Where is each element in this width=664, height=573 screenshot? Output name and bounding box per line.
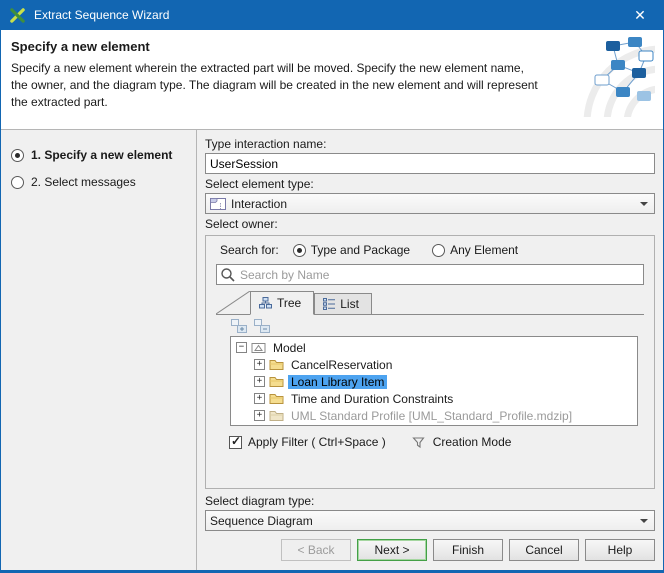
owner-label: Select owner: bbox=[205, 217, 655, 231]
app-icon bbox=[9, 7, 26, 24]
type-and-package-radio[interactable] bbox=[293, 244, 306, 257]
creation-mode-toggle[interactable]: Creation Mode bbox=[412, 435, 512, 449]
type-and-package-label: Type and Package bbox=[311, 243, 410, 257]
owner-tree[interactable]: − Model + bbox=[230, 336, 638, 426]
tree-toolbar bbox=[230, 318, 644, 335]
diagram-type-dropdown[interactable]: Sequence Diagram bbox=[205, 510, 655, 531]
collapse-all-icon[interactable] bbox=[253, 318, 271, 334]
finish-button[interactable]: Finish bbox=[433, 539, 503, 561]
wizard-content: Type interaction name: Select element ty… bbox=[197, 130, 663, 570]
tree-list-tabs: Tree bbox=[216, 290, 644, 315]
tree-tab-icon bbox=[259, 297, 272, 309]
next-button[interactable]: Next > bbox=[357, 539, 427, 561]
any-element-radio[interactable] bbox=[432, 244, 445, 257]
expand-icon[interactable]: + bbox=[254, 359, 265, 370]
package-icon bbox=[269, 410, 284, 422]
tab-lead-slant bbox=[216, 291, 250, 314]
extract-sequence-wizard-dialog: Extract Sequence Wizard ✕ Specify a new … bbox=[0, 0, 664, 573]
tab-list-label: List bbox=[340, 297, 359, 311]
step-select-messages[interactable]: 2. Select messages bbox=[11, 175, 196, 189]
cancel-button[interactable]: Cancel bbox=[509, 539, 579, 561]
wizard-decoration-image bbox=[549, 35, 655, 120]
search-field-wrap bbox=[216, 264, 644, 285]
interaction-name-input[interactable] bbox=[205, 153, 655, 174]
expand-icon[interactable]: + bbox=[254, 410, 265, 421]
tab-list[interactable]: List bbox=[314, 293, 372, 314]
diagram-type-value: Sequence Diagram bbox=[210, 514, 632, 528]
filter-funnel-icon bbox=[412, 436, 425, 449]
titlebar[interactable]: Extract Sequence Wizard ✕ bbox=[1, 0, 663, 30]
creation-mode-label: Creation Mode bbox=[433, 435, 512, 449]
package-icon bbox=[269, 376, 284, 388]
back-button[interactable]: < Back bbox=[281, 539, 351, 561]
tree-node-time-and-duration-constraints[interactable]: + Time and Duration Constraints bbox=[231, 390, 637, 407]
expand-icon[interactable]: + bbox=[254, 393, 265, 404]
filter-row: ✓ Apply Filter ( Ctrl+Space ) Creation M… bbox=[229, 435, 644, 449]
window-title: Extract Sequence Wizard bbox=[34, 8, 617, 22]
chevron-down-icon bbox=[637, 515, 651, 527]
tree-node-label[interactable]: Loan Library Item bbox=[288, 375, 387, 389]
interaction-icon bbox=[210, 198, 226, 210]
interaction-name-label: Type interaction name: bbox=[205, 137, 655, 151]
collapse-icon[interactable]: − bbox=[236, 342, 247, 353]
tree-node-label[interactable]: CancelReservation bbox=[288, 358, 395, 372]
chevron-down-icon bbox=[637, 198, 651, 210]
search-input[interactable] bbox=[216, 264, 644, 285]
tree-node-uml-standard-profile[interactable]: + UML Standard Profile [UML_Standard_Pro… bbox=[231, 407, 637, 424]
package-icon bbox=[269, 393, 284, 405]
step-specify-new-element[interactable]: 1. Specify a new element bbox=[11, 148, 196, 162]
help-button[interactable]: Help bbox=[585, 539, 655, 561]
tree-node-label[interactable]: Time and Duration Constraints bbox=[288, 392, 456, 406]
step2-label: 2. Select messages bbox=[31, 175, 136, 189]
owner-groupbox: Search for: Type and Package Any Element bbox=[205, 235, 655, 489]
element-type-label: Select element type: bbox=[205, 177, 655, 191]
list-tab-icon bbox=[323, 298, 335, 310]
tree-node-loan-library-item[interactable]: + Loan Library Item bbox=[231, 373, 637, 390]
tree-node-model[interactable]: − Model bbox=[231, 339, 637, 356]
tab-tree-label: Tree bbox=[277, 296, 301, 310]
model-icon bbox=[251, 342, 266, 354]
tree-node-label[interactable]: UML Standard Profile [UML_Standard_Profi… bbox=[288, 409, 575, 423]
step1-radio[interactable] bbox=[11, 149, 24, 162]
tab-tree[interactable]: Tree bbox=[250, 291, 314, 315]
search-for-label: Search for: bbox=[220, 243, 279, 257]
dialog-buttons: < Back Next > Finish Cancel Help bbox=[205, 539, 655, 561]
dialog-body: 1. Specify a new element 2. Select messa… bbox=[1, 130, 663, 570]
element-type-value: Interaction bbox=[231, 197, 632, 211]
diagram-type-label: Select diagram type: bbox=[205, 494, 655, 508]
check-icon: ✓ bbox=[231, 434, 241, 448]
step1-label: 1. Specify a new element bbox=[31, 148, 172, 162]
apply-filter-checkbox[interactable]: ✓ bbox=[229, 436, 242, 449]
expand-all-icon[interactable] bbox=[230, 318, 248, 334]
wizard-header: Specify a new element Specify a new elem… bbox=[1, 30, 663, 130]
expand-icon[interactable]: + bbox=[254, 376, 265, 387]
apply-filter-label[interactable]: Apply Filter ( Ctrl+Space ) bbox=[248, 435, 386, 449]
page-description: Specify a new element wherein the extrac… bbox=[11, 60, 539, 110]
search-option-any-element[interactable]: Any Element bbox=[432, 243, 518, 257]
wizard-steps-panel: 1. Specify a new element 2. Select messa… bbox=[1, 130, 197, 570]
search-for-row: Search for: Type and Package Any Element bbox=[220, 243, 644, 257]
element-type-dropdown[interactable]: Interaction bbox=[205, 193, 655, 214]
any-element-label: Any Element bbox=[450, 243, 518, 257]
close-icon[interactable]: ✕ bbox=[617, 0, 663, 30]
step2-radio[interactable] bbox=[11, 176, 24, 189]
package-icon bbox=[269, 359, 284, 371]
search-option-type-and-package[interactable]: Type and Package bbox=[293, 243, 410, 257]
tree-node-cancelreservation[interactable]: + CancelReservation bbox=[231, 356, 637, 373]
search-icon bbox=[220, 267, 236, 286]
tree-node-label[interactable]: Model bbox=[270, 341, 309, 355]
